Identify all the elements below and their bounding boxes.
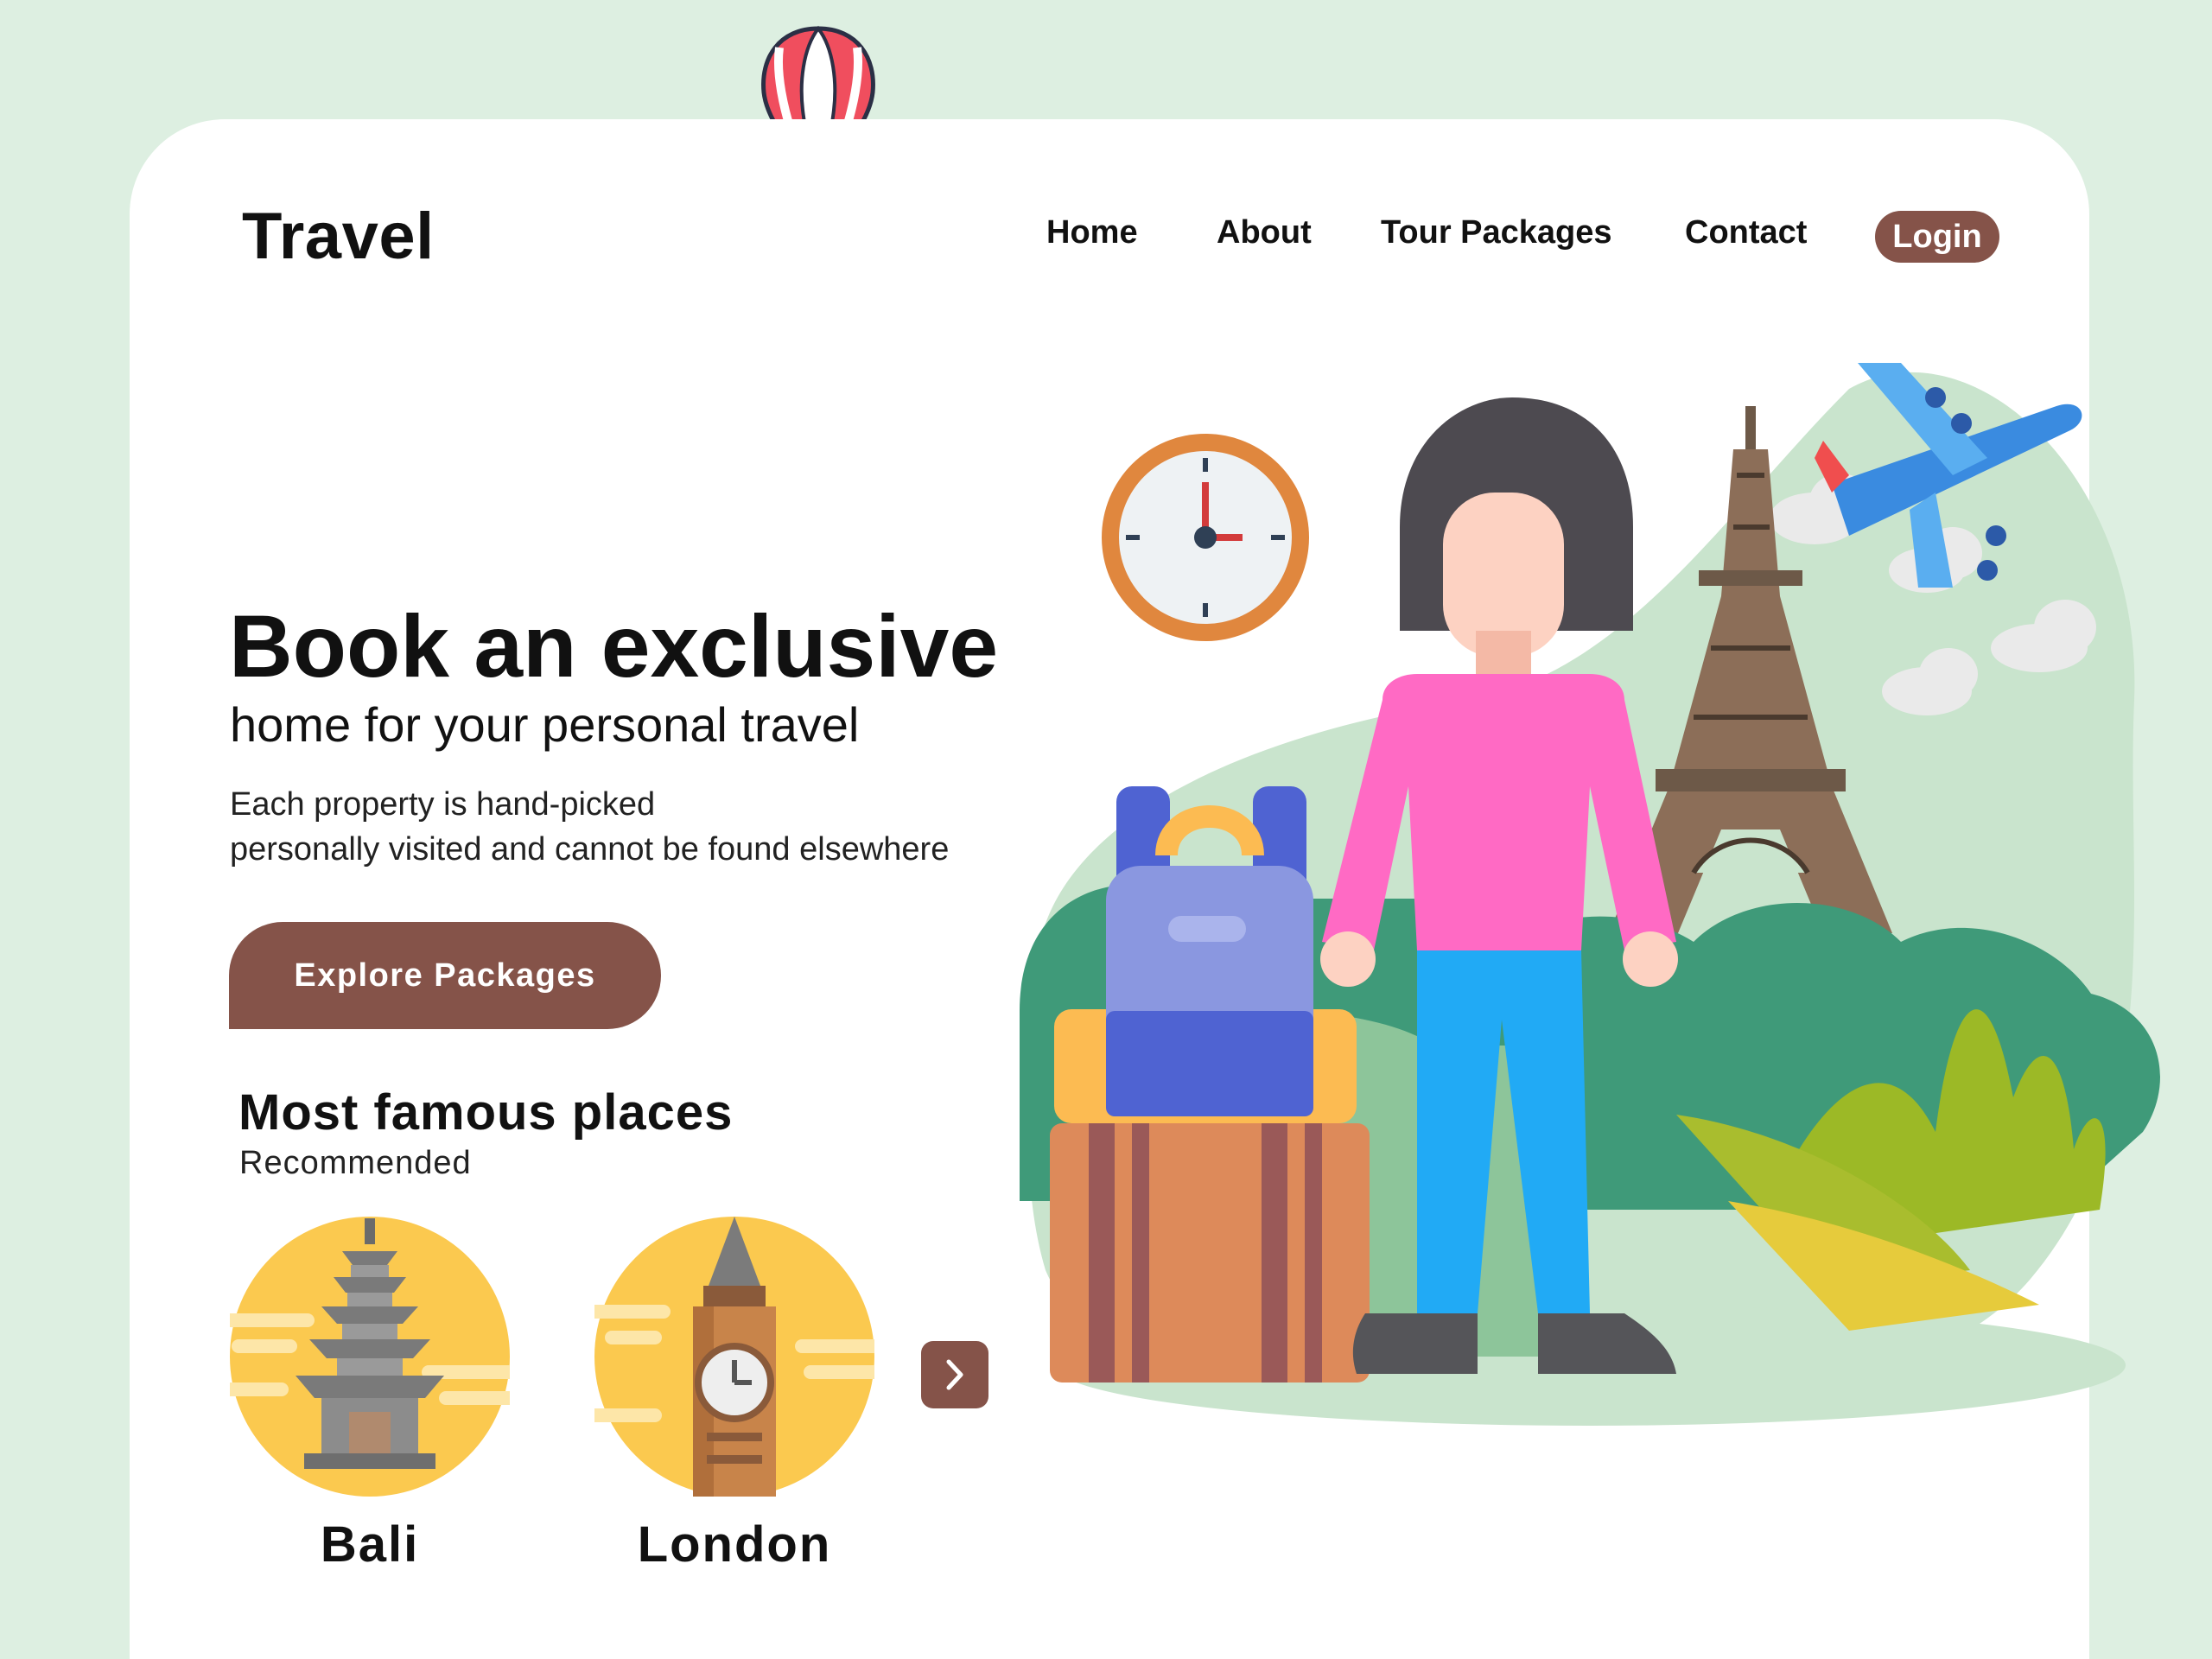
explore-packages-button[interactable]: Explore Packages (229, 922, 661, 1029)
nav-about[interactable]: About (1217, 214, 1312, 251)
hero-illustration (1020, 363, 2160, 1426)
hero-subtitle: home for your personal travel (230, 697, 860, 752)
famous-places-subtitle: Recommended (239, 1145, 472, 1181)
place-name-london: London (637, 1516, 832, 1573)
nav-tour-packages[interactable]: Tour Packages (1381, 214, 1612, 251)
login-button[interactable]: Login (1875, 211, 1999, 263)
hero-description-line: Each property is hand-picked (230, 786, 656, 823)
site-logo[interactable]: Travel (242, 199, 435, 274)
clock-icon (1102, 434, 1309, 641)
nav-home[interactable]: Home (1046, 214, 1138, 251)
hero-description-line: personally visited and cannot be found e… (230, 831, 950, 868)
nav-contact[interactable]: Contact (1685, 214, 1807, 251)
hero-description: Each property is hand-picked personally … (230, 782, 949, 872)
next-places-button[interactable] (921, 1341, 988, 1408)
place-card-london[interactable]: London (594, 1217, 874, 1573)
hero-title: Book an exclusive (229, 597, 999, 696)
chevron-right-icon (946, 1359, 963, 1390)
place-name-bali: Bali (320, 1516, 420, 1573)
big-ben-icon (594, 1217, 874, 1497)
bali-temple-icon (230, 1217, 510, 1497)
place-card-bali[interactable]: Bali (230, 1217, 510, 1573)
famous-places-title: Most famous places (238, 1084, 734, 1141)
